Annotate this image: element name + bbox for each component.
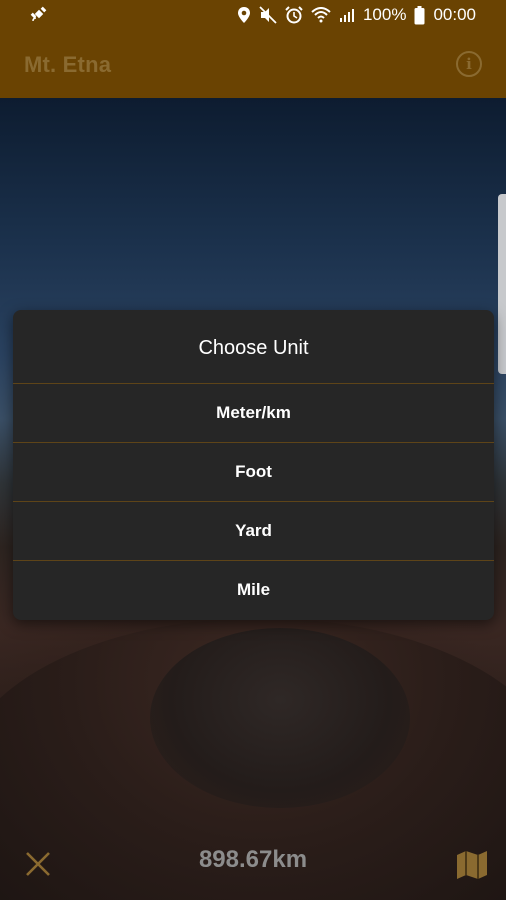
side-panel-handle[interactable] <box>498 194 506 374</box>
clock: 00:00 <box>433 5 476 24</box>
app-bar: Mt. Etna i <box>0 30 506 98</box>
battery-icon <box>414 5 425 25</box>
unit-option-meter-km[interactable]: Meter/km <box>13 384 494 443</box>
volcano-crater <box>150 628 410 808</box>
signal-icon <box>339 7 355 23</box>
location-icon <box>237 6 251 24</box>
dialog-title: Choose Unit <box>13 310 494 384</box>
wifi-icon <box>311 7 331 23</box>
satellite-icon <box>30 6 48 29</box>
status-bar: 100% 00:00 <box>0 0 506 30</box>
alarm-icon <box>285 6 303 24</box>
unit-option-foot[interactable]: Foot <box>13 443 494 502</box>
map-icon[interactable] <box>456 850 488 880</box>
battery-percent: 100% <box>362 5 407 24</box>
mute-icon <box>259 6 277 24</box>
bottom-bar: 898.67km <box>0 830 506 900</box>
distance-readout: 898.67km <box>198 846 308 873</box>
choose-unit-dialog: Choose Unit Meter/km Foot Yard Mile <box>13 310 494 620</box>
unit-option-yard[interactable]: Yard <box>13 502 494 561</box>
unit-option-mile[interactable]: Mile <box>13 561 494 619</box>
info-icon[interactable]: i <box>456 51 482 77</box>
page-title: Mt. Etna <box>24 52 112 77</box>
